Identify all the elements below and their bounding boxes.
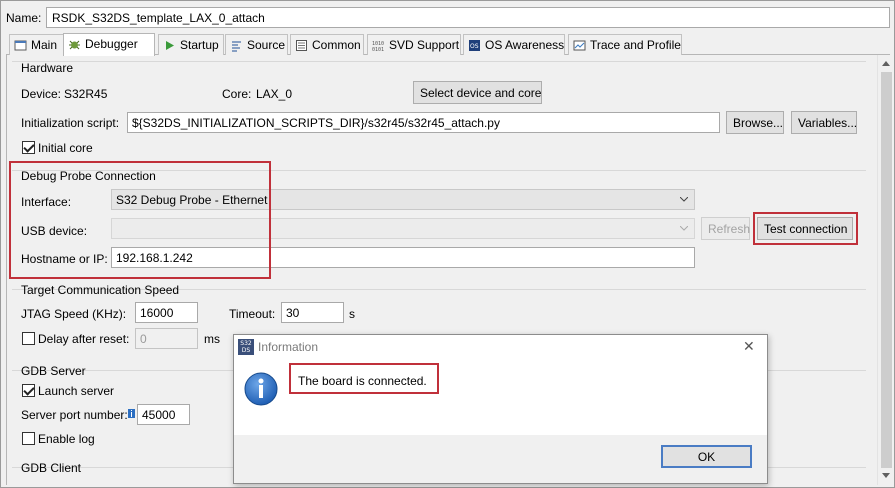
vertical-scrollbar[interactable] (877, 55, 894, 485)
jtag-speed-field[interactable]: 16000 (135, 302, 198, 323)
timeout-unit: s (349, 307, 355, 321)
enable-log-checkbox[interactable] (22, 432, 35, 445)
info-icon (244, 372, 278, 406)
common-icon (296, 40, 307, 51)
core-label: Core: (222, 87, 252, 101)
tab-main[interactable]: Main (9, 34, 64, 55)
usb-device-label: USB device: (21, 224, 88, 238)
target-speed-title: Target Communication Speed (21, 283, 180, 297)
initial-core-label: Initial core (38, 141, 93, 155)
hostname-field[interactable]: 192.168.1.242 (111, 247, 695, 268)
os-icon: OS (469, 40, 480, 51)
tab-common[interactable]: Common (290, 34, 364, 55)
core-value: LAX_0 (256, 87, 293, 101)
interface-value: S32 Debug Probe - Ethernet (116, 193, 268, 207)
launch-server-label: Launch server (38, 384, 115, 398)
tab-debugger[interactable]: Debugger (63, 33, 155, 56)
test-connection-button[interactable]: Test connection (757, 217, 853, 240)
svg-text:0101: 0101 (372, 47, 384, 52)
server-port-field[interactable]: 45000 (137, 404, 190, 425)
initialization-script-field[interactable]: ${S32DS_INITIALIZATION_SCRIPTS_DIR}/s32r… (127, 112, 720, 133)
initial-core-checkbox[interactable] (22, 141, 35, 154)
information-dialog: S32 DS Information ✕ The board is connec… (233, 334, 768, 484)
hostname-label: Hostname or IP: (21, 252, 108, 266)
trace-icon (573, 40, 586, 51)
chevron-down-icon (680, 226, 688, 231)
close-icon[interactable]: ✕ (743, 338, 755, 355)
initialization-script-label: Initialization script: (21, 116, 120, 130)
variables-button[interactable]: Variables... (791, 111, 857, 134)
delay-unit: ms (204, 332, 220, 346)
hardware-title: Hardware (21, 61, 74, 75)
tab-svd-support[interactable]: 1010 0101 SVD Support (367, 34, 461, 55)
startup-icon (166, 41, 174, 50)
main-icon (14, 40, 27, 51)
jtag-speed-label: JTAG Speed (KHz): (21, 307, 127, 321)
interface-select[interactable]: S32 Debug Probe - Ethernet (111, 189, 695, 210)
source-icon (232, 41, 241, 52)
debugger-icon (69, 40, 80, 50)
delay-after-reset-label: Delay after reset: (38, 332, 130, 346)
dialog-message: The board is connected. (298, 374, 427, 388)
name-label: Name: (6, 11, 42, 25)
browse-button[interactable]: Browse... (726, 111, 784, 134)
dialog-titlebar: S32 DS Information ✕ (234, 335, 767, 359)
ok-button[interactable]: OK (661, 445, 752, 468)
name-field[interactable]: RSDK_S32DS_template_LAX_0_attach (46, 7, 890, 28)
scroll-thumb[interactable] (881, 72, 892, 468)
dialog-title: Information (258, 340, 319, 354)
debug-probe-title: Debug Probe Connection (21, 169, 156, 183)
gdb-server-title: GDB Server (21, 364, 86, 378)
tab-startup[interactable]: Startup (158, 34, 224, 55)
tab-trace-and-profile[interactable]: Trace and Profile (568, 34, 682, 55)
delay-after-reset-field[interactable]: 0 (135, 328, 198, 349)
info-decoration-icon (128, 409, 135, 418)
svd-icon: 10100101 (372, 41, 384, 52)
scroll-down-icon[interactable] (882, 473, 890, 478)
gdb-client-title: GDB Client (21, 461, 82, 475)
usb-device-select[interactable] (111, 218, 695, 239)
enable-log-label: Enable log (38, 432, 95, 446)
tab-os-awareness[interactable]: OS OS Awareness (463, 34, 565, 55)
tab-source[interactable]: Source (225, 34, 288, 55)
device-value: S32R45 (64, 87, 108, 101)
delay-after-reset-checkbox[interactable] (22, 332, 35, 345)
dialog-footer: OK (234, 435, 767, 483)
refresh-button[interactable]: Refresh (701, 217, 750, 240)
timeout-label: Timeout: (229, 307, 276, 321)
scroll-up-icon[interactable] (882, 61, 890, 66)
server-port-label: Server port number: (21, 408, 128, 422)
chevron-down-icon (680, 197, 688, 202)
launch-server-checkbox[interactable] (22, 384, 35, 397)
svg-text:OS: OS (470, 43, 479, 50)
s32ds-app-icon: S32 DS (238, 339, 254, 355)
interface-label: Interface: (21, 195, 72, 209)
select-device-and-core-button[interactable]: Select device and core (413, 81, 542, 104)
device-label: Device: (21, 87, 62, 101)
timeout-field[interactable]: 30 (281, 302, 344, 323)
